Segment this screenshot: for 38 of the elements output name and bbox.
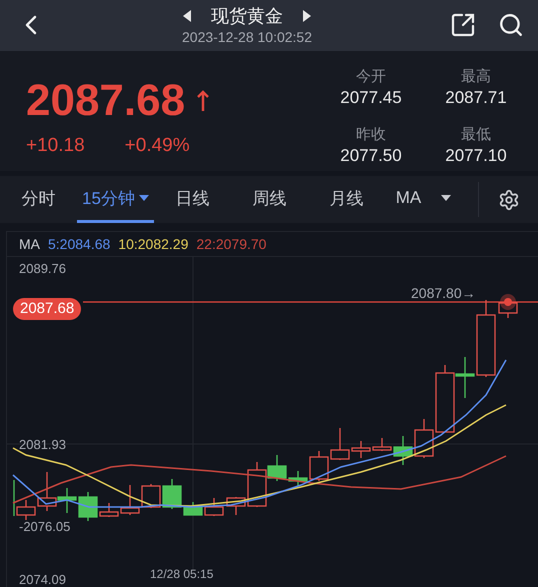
last-price-dot [500,294,516,310]
up-arrow-icon [197,90,210,112]
caret-icon[interactable] [138,195,149,202]
legend-label: MA [19,236,40,252]
period-tab[interactable]: 15分钟 [77,176,154,223]
price-axis-label: 2089.76 [19,261,66,276]
current-price: 2087.68 [26,76,186,125]
candlestick [204,498,224,516]
stat-label: 昨收 [356,124,386,145]
period-tab[interactable]: MA [385,176,462,223]
period-tab[interactable]: 月线 [308,176,385,223]
price-axis-label: -2076.05 [19,519,70,534]
legend-value: 5:2084.68 [48,236,110,252]
legend-value: 10:2082.29 [118,236,188,252]
stat-label: 最低 [461,124,491,145]
price-change: +10.18 [26,134,85,157]
last-price-label: 2087.80→ [411,285,476,301]
time-axis-label: 12/28 05:15 [150,567,214,581]
price-axis-label: 2081.93 [19,437,66,452]
price-axis-label: 2074.09 [19,572,66,587]
caret-icon[interactable] [441,195,452,202]
current-price-tag: 2087.68 [13,298,82,320]
stat-value: 2087.71 [445,86,507,109]
stat-value: 2077.10 [445,144,507,167]
stat-value: 2077.50 [340,144,402,167]
period-tab[interactable]: 日线 [154,176,231,223]
period-tab[interactable]: 分时 [0,176,77,223]
next-icon[interactable] [303,10,311,22]
legend-value: 22:2079.70 [196,236,266,252]
previous-icon[interactable] [183,10,191,22]
stat-label: 今开 [356,66,386,87]
period-tab[interactable]: 周线 [231,176,308,223]
percent-change: +0.49% [124,134,190,157]
stat-value: 2077.45 [340,86,402,109]
timestamp: 2023-12-28 10:02:52 [182,29,312,46]
window-title: 现货黄金 [211,5,283,28]
stat-label: 最高 [461,66,491,87]
candlestick [141,484,161,508]
